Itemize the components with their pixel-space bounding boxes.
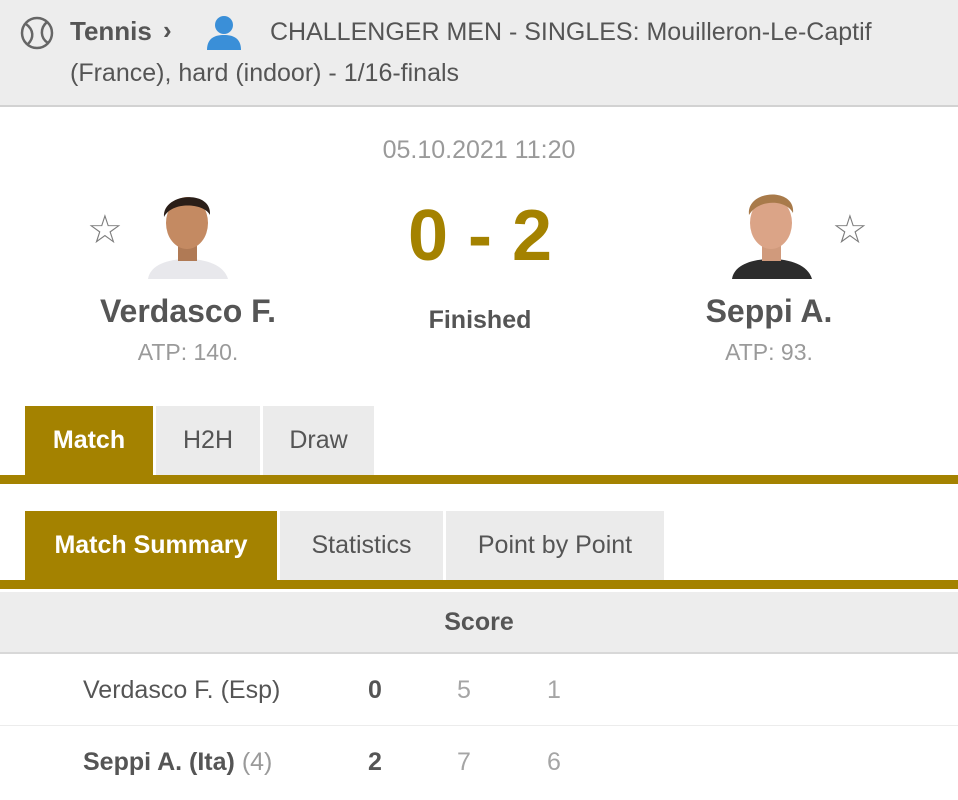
match-status: Finished xyxy=(428,306,532,334)
tab-h2h[interactable]: H2H xyxy=(156,406,260,475)
score-row-home: Verdasco F. (Esp) 0 5 1 xyxy=(0,654,958,726)
score-row-name[interactable]: Verdasco F. (Esp) xyxy=(83,676,280,705)
home-player-avatar[interactable] xyxy=(140,179,235,279)
tab-point-by-point[interactable]: Point by Point xyxy=(446,511,664,580)
favorite-home-star-icon[interactable]: ☆ xyxy=(87,208,123,252)
sub-tabs: Match Summary Statistics Point by Point xyxy=(25,511,664,580)
away-player-name[interactable]: Seppi A. xyxy=(619,293,919,330)
score-row-set-1: 5 xyxy=(457,676,471,704)
tennis-ball-icon xyxy=(20,16,54,50)
score-row-name-wrap[interactable]: Seppi A. (Ita) (4) xyxy=(83,748,272,777)
score-row-set-2: 6 xyxy=(547,748,561,776)
home-player-name[interactable]: Verdasco F. xyxy=(38,293,338,330)
tabs-underline xyxy=(0,475,958,484)
competition-header: Tennis › CHALLENGER MEN - SINGLES: Mouil… xyxy=(0,0,958,107)
tab-match[interactable]: Match xyxy=(25,406,153,475)
match-datetime: 05.10.2021 11:20 xyxy=(382,136,576,164)
tab-match-summary[interactable]: Match Summary xyxy=(25,511,277,580)
score-row-set-2: 1 xyxy=(547,676,561,704)
score-row-seed: (4) xyxy=(241,748,273,776)
away-player-avatar[interactable] xyxy=(724,179,819,279)
main-tabs: Match H2H Draw xyxy=(25,406,374,475)
score-row-total: 2 xyxy=(368,748,382,776)
score-table-header: Score xyxy=(0,592,958,654)
away-player-rank: ATP: 93. xyxy=(725,339,813,365)
tab-draw[interactable]: Draw xyxy=(263,406,374,475)
subtabs-underline xyxy=(0,580,958,589)
tournament-title[interactable]: CHALLENGER MEN - SINGLES: Mouilleron-Le-… xyxy=(70,12,930,94)
score-row-set-1: 7 xyxy=(457,748,471,776)
match-score: 0 - 2 xyxy=(407,196,553,276)
favorite-away-star-icon[interactable]: ☆ xyxy=(832,208,868,252)
score-row-total: 0 xyxy=(368,676,382,704)
tab-statistics[interactable]: Statistics xyxy=(280,511,443,580)
score-row-away: Seppi A. (Ita) (4) 2 7 6 xyxy=(0,726,958,798)
home-player-rank: ATP: 140. xyxy=(137,339,239,365)
score-row-name: Seppi A. (Ita) xyxy=(83,748,235,776)
